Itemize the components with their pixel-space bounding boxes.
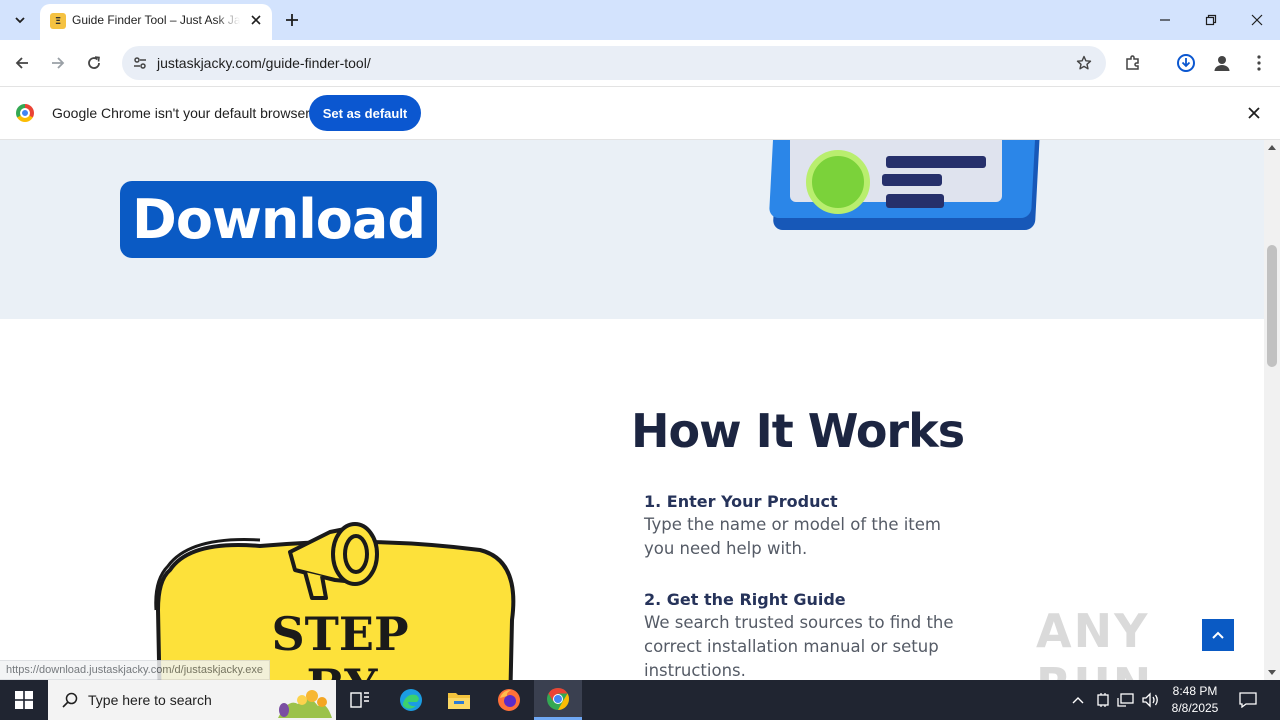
hero-section: Download	[0, 140, 1264, 319]
restore-icon	[1205, 14, 1217, 26]
task-view-icon	[350, 692, 369, 708]
minimize-button[interactable]	[1142, 0, 1188, 40]
download-button[interactable]: Download	[120, 181, 437, 258]
close-icon	[1251, 14, 1263, 26]
tab-title: Guide Finder Tool – Just Ask Jacky	[72, 13, 240, 27]
taskbar-clock[interactable]: 8:48 PM 8/8/2025	[1166, 683, 1224, 717]
tune-icon	[134, 57, 146, 69]
chrome-taskbar-button[interactable]	[534, 680, 582, 720]
infobar-message: Google Chrome isn't your default browser	[52, 105, 310, 121]
search-icon	[62, 692, 78, 708]
link-status-bubble: https://download.justaskjacky.com/d/just…	[0, 660, 270, 680]
arrow-right-icon	[52, 57, 65, 69]
notification-icon	[1239, 692, 1257, 708]
reload-button[interactable]	[78, 47, 110, 79]
tab-close-button[interactable]	[246, 10, 266, 30]
restore-button[interactable]	[1188, 0, 1234, 40]
profile-button[interactable]	[1206, 47, 1238, 79]
default-browser-infobar: Google Chrome isn't your default browser…	[0, 86, 1280, 140]
chrome-logo-icon	[16, 104, 34, 122]
arrow-left-icon	[15, 57, 28, 69]
star-icon	[1076, 55, 1092, 70]
check-circle-icon	[806, 150, 870, 214]
back-button[interactable]	[6, 47, 38, 79]
extensions-button[interactable]	[1117, 47, 1149, 79]
firefox-icon	[498, 689, 520, 711]
set-as-default-button[interactable]: Set as default	[309, 95, 421, 131]
tab-strip: Ξ Guide Finder Tool – Just Ask Jacky	[0, 0, 1280, 40]
megaphone-text-by: BY	[307, 659, 379, 680]
infobar-close-button[interactable]	[1244, 103, 1264, 123]
speaker-icon	[1142, 692, 1158, 708]
minimize-icon	[1160, 19, 1170, 21]
file-explorer-taskbar-button[interactable]	[435, 680, 483, 720]
show-hidden-icons-button[interactable]	[1068, 690, 1088, 710]
search-placeholder: Type here to search	[88, 692, 212, 708]
more-vertical-icon	[1257, 55, 1261, 71]
megaphone-text-step: STEP	[271, 607, 408, 661]
start-button[interactable]	[0, 680, 48, 720]
step-1-description: Type the name or model of the item you n…	[644, 515, 941, 558]
caret-up-icon	[1268, 145, 1276, 150]
puzzle-icon	[1126, 55, 1139, 70]
bookmark-button[interactable]	[1072, 51, 1096, 75]
step-2-description: We search trusted sources to find the co…	[644, 613, 954, 680]
downloads-button[interactable]	[1170, 47, 1202, 79]
edge-taskbar-button[interactable]	[387, 680, 435, 720]
checklist-illustration	[768, 140, 1042, 230]
section-title: How It Works	[631, 404, 965, 458]
edge-icon	[400, 689, 422, 711]
close-window-button[interactable]	[1234, 0, 1280, 40]
plus-icon	[286, 14, 298, 26]
step-by-step-illustration: STEP BY	[154, 522, 516, 680]
windows-taskbar: Type here to search 8:48 PM 8/8/2025	[0, 680, 1280, 720]
browser-toolbar: justaskjacky.com/guide-finder-tool/	[0, 40, 1280, 86]
network-icon	[1117, 693, 1134, 707]
back-to-top-button[interactable]	[1202, 619, 1234, 651]
address-bar[interactable]: justaskjacky.com/guide-finder-tool/	[122, 46, 1106, 80]
new-tab-button[interactable]	[278, 6, 306, 34]
tab-search-button[interactable]	[6, 6, 34, 34]
chevron-up-icon	[1212, 631, 1224, 639]
network-button[interactable]	[1116, 690, 1136, 710]
download-icon	[1177, 54, 1195, 72]
close-icon	[251, 15, 261, 25]
task-view-button[interactable]	[336, 680, 384, 720]
reload-icon	[88, 56, 100, 69]
device-icon	[1097, 693, 1109, 707]
page-scrollbar[interactable]	[1264, 140, 1280, 680]
page-viewport: Download How It Works 1. Enter Your Prod…	[0, 140, 1264, 680]
chrome-icon	[547, 687, 569, 710]
step-2-heading: 2. Get the Right Guide	[644, 590, 846, 609]
tray-device-icon[interactable]	[1093, 690, 1113, 710]
volume-button[interactable]	[1141, 690, 1161, 710]
scroll-thumb[interactable]	[1267, 245, 1277, 367]
chevron-up-icon	[1072, 697, 1084, 704]
step-1-heading: 1. Enter Your Product	[644, 492, 838, 511]
chrome-menu-button[interactable]	[1243, 47, 1275, 79]
notifications-button[interactable]	[1238, 690, 1258, 710]
close-icon	[1248, 107, 1260, 119]
taskbar-search[interactable]: Type here to search	[48, 680, 336, 720]
active-tab[interactable]: Ξ Guide Finder Tool – Just Ask Jacky	[40, 4, 272, 40]
url-text[interactable]: justaskjacky.com/guide-finder-tool/	[157, 55, 371, 71]
forward-button[interactable]	[42, 47, 74, 79]
site-info-button[interactable]	[128, 51, 152, 75]
profile-icon	[1214, 56, 1230, 71]
site-favicon-icon: Ξ	[50, 13, 66, 29]
clock-time: 8:48 PM	[1172, 684, 1218, 698]
windows-logo-icon	[15, 691, 33, 709]
firefox-taskbar-button[interactable]	[485, 680, 533, 720]
flowers-search-highlight-icon	[278, 690, 332, 718]
folder-icon	[448, 693, 470, 709]
chevron-down-icon	[15, 17, 25, 24]
scroll-up-button[interactable]	[1267, 142, 1277, 152]
clock-date: 8/8/2025	[1171, 701, 1219, 715]
